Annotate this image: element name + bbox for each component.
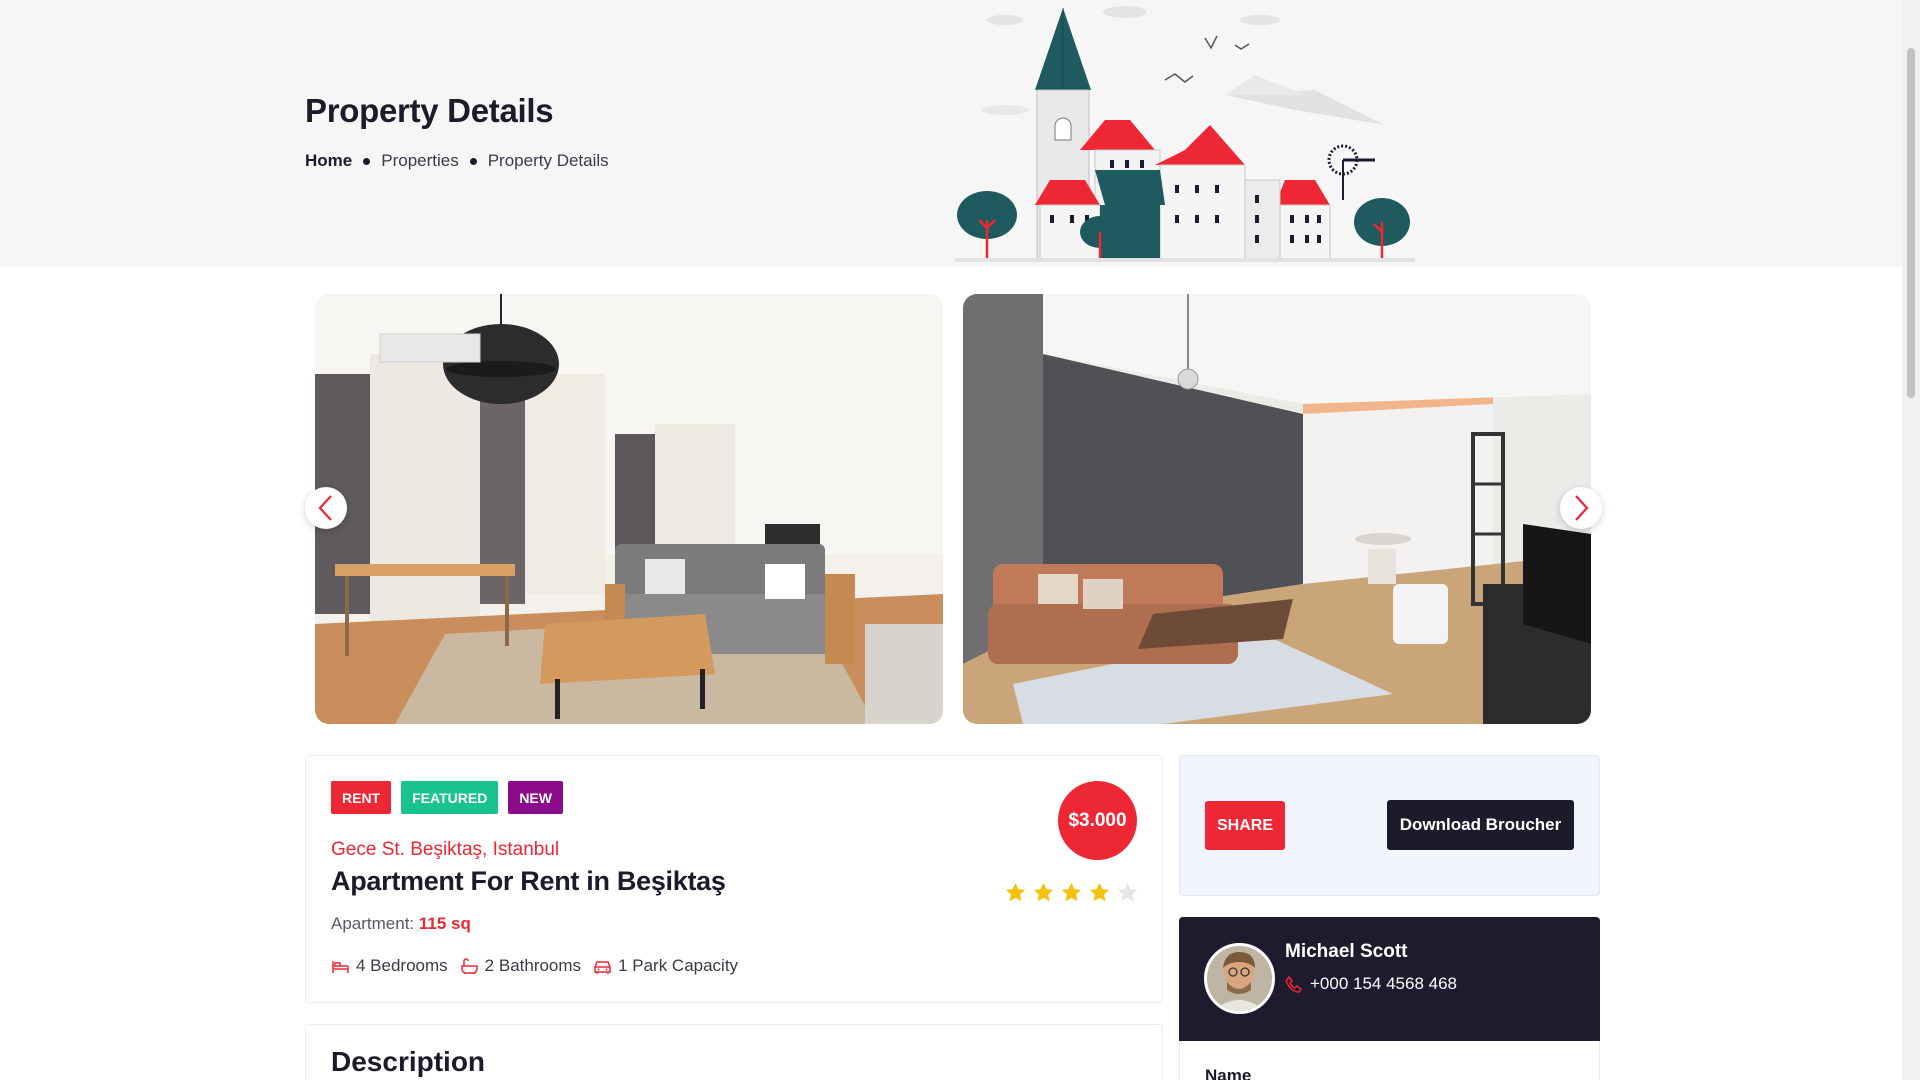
property-type-label: Apartment: — [331, 914, 415, 933]
agent-card: Michael Scott +000 154 4568 468 — [1179, 917, 1600, 1041]
badge-new: NEW — [508, 781, 563, 814]
feature-bedrooms: 4 Bedrooms — [331, 956, 448, 976]
page-header-banner: Property Details Home Properties Propert… — [0, 0, 1902, 267]
actions-panel: SHARE Download Broucher — [1179, 755, 1600, 896]
badge-rent: RENT — [331, 781, 392, 814]
property-location: Gece St. Beşiktaş, Istanbul — [331, 839, 560, 860]
property-features: 4 Bedrooms 2 Bathrooms 1 Park Capacity — [331, 956, 738, 976]
property-gallery — [305, 294, 1602, 724]
badge-featured: FEATURED — [401, 781, 499, 814]
chevron-right-icon — [1575, 495, 1589, 521]
car-icon — [594, 961, 611, 974]
phone-icon — [1285, 975, 1302, 993]
property-summary-card: RENT FEATURED NEW $3.000 Gece St. Beşikt… — [305, 755, 1163, 1003]
agent-phone[interactable]: +000 154 4568 468 — [1285, 974, 1457, 994]
download-brochure-button[interactable]: Download Broucher — [1387, 800, 1574, 850]
bath-icon — [460, 958, 478, 974]
name-field-label: Name — [1205, 1066, 1252, 1080]
page-scrollbar[interactable] — [1902, 0, 1920, 1080]
price-badge: $3.000 — [1058, 781, 1137, 860]
star-filled-icon — [1061, 882, 1082, 902]
share-button[interactable]: SHARE — [1205, 801, 1285, 850]
agent-name: Michael Scott — [1285, 941, 1408, 962]
gallery-next-button[interactable] — [1560, 487, 1602, 529]
breadcrumb-separator — [469, 157, 477, 165]
breadcrumb-separator — [363, 157, 371, 165]
feature-bathrooms: 2 Bathrooms — [460, 956, 581, 976]
description-card: Description — [305, 1024, 1163, 1080]
scrollbar-thumb[interactable] — [1907, 48, 1915, 398]
property-title: Apartment For Rent in Beşiktaş — [331, 866, 726, 896]
gallery-image-lounge[interactable] — [963, 294, 1591, 724]
avatar — [1204, 943, 1275, 1014]
town-illustration — [955, 6, 1415, 262]
gallery-image-living-room[interactable] — [315, 294, 943, 724]
star-filled-icon — [1089, 882, 1110, 902]
breadcrumb-properties-link[interactable]: Properties — [381, 151, 458, 171]
feature-parking-label: 1 Park Capacity — [618, 956, 739, 975]
property-type: Apartment: 115 sq — [331, 914, 471, 934]
feature-bathrooms-label: 2 Bathrooms — [484, 956, 582, 975]
breadcrumb: Home Properties Property Details — [305, 151, 609, 171]
breadcrumb-home-link[interactable]: Home — [305, 151, 352, 171]
feature-bedrooms-label: 4 Bedrooms — [356, 956, 448, 975]
breadcrumb-current: Property Details — [487, 151, 609, 170]
chevron-left-icon — [318, 495, 332, 521]
star-filled-icon — [1033, 882, 1054, 902]
gallery-prev-button[interactable] — [305, 487, 347, 529]
star-empty-icon — [1117, 882, 1138, 902]
star-filled-icon — [1005, 882, 1026, 902]
property-badges: RENT FEATURED NEW — [331, 781, 563, 814]
page-title: Property Details — [305, 92, 554, 129]
feature-parking: 1 Park Capacity — [593, 956, 738, 976]
rating-stars — [1004, 881, 1139, 904]
description-title: Description — [331, 1046, 486, 1077]
property-area: 115 sq — [418, 914, 471, 933]
agent-phone-number: +000 154 4568 468 — [1310, 974, 1458, 993]
bed-icon — [332, 961, 349, 973]
contact-form: Name — [1179, 1041, 1600, 1080]
